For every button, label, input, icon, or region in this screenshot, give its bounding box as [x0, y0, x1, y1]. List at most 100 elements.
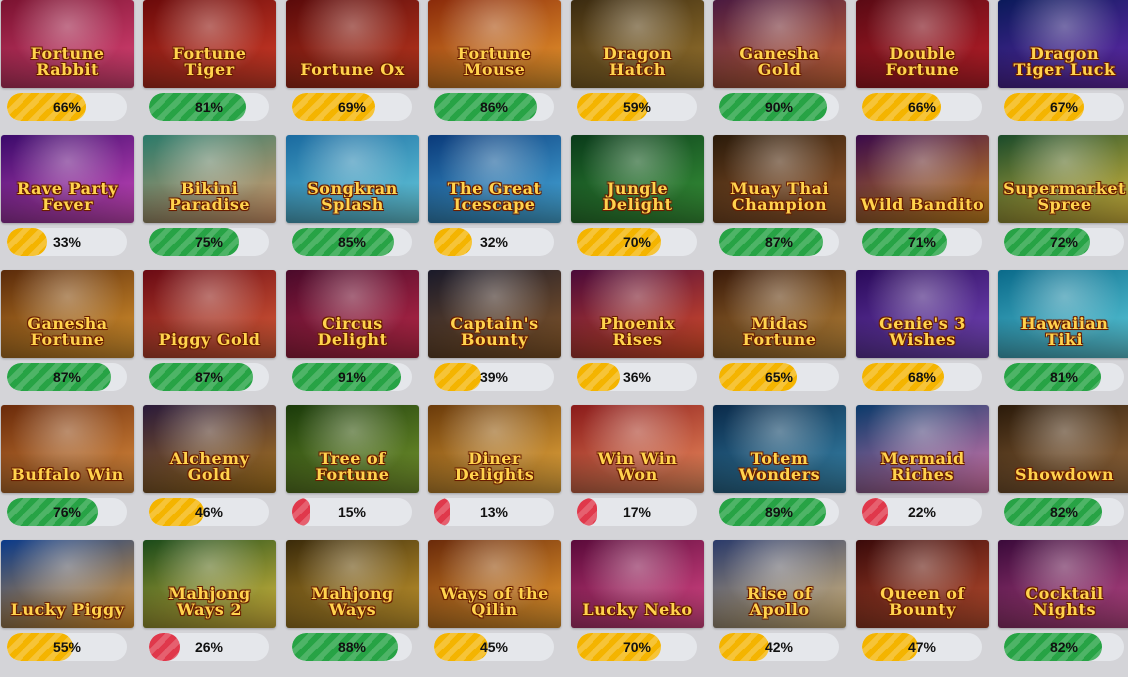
- game-card[interactable]: Lucky Neko 70%: [571, 540, 704, 665]
- game-card[interactable]: Fortune Ox 69%: [286, 0, 419, 125]
- game-card[interactable]: Alchemy Gold 46%: [143, 405, 276, 530]
- game-card[interactable]: Totem Wonders 89%: [713, 405, 846, 530]
- rtp-progress-bar: 76%: [7, 498, 127, 526]
- game-card[interactable]: Cocktail Nights 82%: [998, 540, 1128, 665]
- game-thumbnail[interactable]: Fortune Mouse: [428, 0, 561, 88]
- game-card[interactable]: Bikini Paradise 75%: [143, 135, 276, 260]
- game-title-logo: Muay Thai Champion: [729, 179, 830, 214]
- rtp-percentage: 89%: [764, 504, 794, 520]
- game-card[interactable]: Mahjong Ways 88%: [286, 540, 419, 665]
- game-thumbnail[interactable]: Ganesha Gold: [713, 0, 846, 88]
- game-card[interactable]: Diner Delights 13%: [428, 405, 561, 530]
- rtp-progress-bar: 59%: [577, 93, 697, 121]
- game-card[interactable]: Ganesha Gold 90%: [713, 0, 846, 125]
- game-thumbnail[interactable]: Queen of Bounty: [856, 540, 989, 628]
- game-card[interactable]: Queen of Bounty 47%: [856, 540, 989, 665]
- game-thumbnail[interactable]: Circus Delight: [286, 270, 419, 358]
- game-thumbnail[interactable]: Dragon Hatch: [571, 0, 704, 88]
- game-thumbnail[interactable]: Hawaiian Tiki: [998, 270, 1128, 358]
- game-card[interactable]: Fortune Mouse 86%: [428, 0, 561, 125]
- game-thumbnail[interactable]: Songkran Splash: [286, 135, 419, 223]
- game-thumbnail[interactable]: Rave Party Fever: [1, 135, 134, 223]
- game-card[interactable]: Buffalo Win 76%: [1, 405, 134, 530]
- game-card[interactable]: Piggy Gold 87%: [143, 270, 276, 395]
- game-thumbnail[interactable]: Jungle Delight: [571, 135, 704, 223]
- game-card[interactable]: Mermaid Riches 22%: [856, 405, 989, 530]
- game-title-logo: Fortune Rabbit: [30, 44, 105, 79]
- game-thumbnail[interactable]: Fortune Rabbit: [1, 0, 134, 88]
- game-card[interactable]: Genie's 3 Wishes 68%: [856, 270, 989, 395]
- game-card[interactable]: Ganesha Fortune 87%: [1, 270, 134, 395]
- rtp-progress-bar: 88%: [292, 633, 412, 661]
- game-thumbnail[interactable]: Piggy Gold: [143, 270, 276, 358]
- game-card[interactable]: Rave Party Fever 33%: [1, 135, 134, 260]
- game-card[interactable]: Dragon Tiger Luck 67%: [998, 0, 1128, 125]
- game-card[interactable]: Mahjong Ways 2 26%: [143, 540, 276, 665]
- game-card[interactable]: Midas Fortune 65%: [713, 270, 846, 395]
- game-thumbnail[interactable]: Ganesha Fortune: [1, 270, 134, 358]
- game-thumbnail[interactable]: Supermarket Spree: [998, 135, 1128, 223]
- game-thumbnail[interactable]: Win Win Won: [571, 405, 704, 493]
- game-card[interactable]: Circus Delight 91%: [286, 270, 419, 395]
- game-thumbnail[interactable]: Mermaid Riches: [856, 405, 989, 493]
- game-thumbnail[interactable]: Ways of the Qilin: [428, 540, 561, 628]
- game-card[interactable]: Lucky Piggy 55%: [1, 540, 134, 665]
- game-card[interactable]: Wild Bandito 71%: [856, 135, 989, 260]
- game-card[interactable]: Jungle Delight 70%: [571, 135, 704, 260]
- game-card[interactable]: Songkran Splash 85%: [286, 135, 419, 260]
- rtp-progress-bar: 87%: [719, 228, 839, 256]
- game-card[interactable]: Double Fortune 66%: [856, 0, 989, 125]
- game-card[interactable]: Showdown 82%: [998, 405, 1128, 530]
- game-thumbnail[interactable]: Bikini Paradise: [143, 135, 276, 223]
- game-thumbnail[interactable]: Double Fortune: [856, 0, 989, 88]
- rtp-percentage: 15%: [337, 504, 367, 520]
- rtp-percentage: 70%: [622, 234, 652, 250]
- game-thumbnail[interactable]: Fortune Ox: [286, 0, 419, 88]
- game-thumbnail[interactable]: Rise of Apollo: [713, 540, 846, 628]
- game-title-logo: Cocktail Nights: [1025, 584, 1104, 619]
- game-card[interactable]: Hawaiian Tiki 81%: [998, 270, 1128, 395]
- game-title-logo: Ganesha Fortune: [27, 314, 108, 349]
- game-title-logo: Ways of the Qilin: [440, 584, 549, 619]
- rtp-percentage: 36%: [622, 369, 652, 385]
- game-thumbnail[interactable]: Alchemy Gold: [143, 405, 276, 493]
- rtp-percentage: 82%: [1049, 504, 1079, 520]
- game-thumbnail[interactable]: Cocktail Nights: [998, 540, 1128, 628]
- game-card[interactable]: Fortune Tiger 81%: [143, 0, 276, 125]
- game-thumbnail[interactable]: Captain's Bounty: [428, 270, 561, 358]
- game-thumbnail[interactable]: Muay Thai Champion: [713, 135, 846, 223]
- game-thumbnail[interactable]: Genie's 3 Wishes: [856, 270, 989, 358]
- game-thumbnail[interactable]: Lucky Neko: [571, 540, 704, 628]
- game-thumbnail[interactable]: Showdown: [998, 405, 1128, 493]
- game-thumbnail[interactable]: Tree of Fortune: [286, 405, 419, 493]
- rtp-percentage: 91%: [337, 369, 367, 385]
- game-card[interactable]: Captain's Bounty 39%: [428, 270, 561, 395]
- game-thumbnail[interactable]: Diner Delights: [428, 405, 561, 493]
- game-card[interactable]: Muay Thai Champion 87%: [713, 135, 846, 260]
- game-thumbnail[interactable]: Mahjong Ways: [286, 540, 419, 628]
- rtp-progress-bar: 75%: [149, 228, 269, 256]
- game-thumbnail[interactable]: Phoenix Rises: [571, 270, 704, 358]
- game-thumbnail[interactable]: Dragon Tiger Luck: [998, 0, 1128, 88]
- game-thumbnail[interactable]: Lucky Piggy: [1, 540, 134, 628]
- game-thumbnail[interactable]: Totem Wonders: [713, 405, 846, 493]
- game-card[interactable]: Rise of Apollo 42%: [713, 540, 846, 665]
- rtp-percentage: 46%: [194, 504, 224, 520]
- game-card[interactable]: Supermarket Spree 72%: [998, 135, 1128, 260]
- game-thumbnail[interactable]: Buffalo Win: [1, 405, 134, 493]
- game-card[interactable]: Tree of Fortune 15%: [286, 405, 419, 530]
- game-thumbnail[interactable]: Wild Bandito: [856, 135, 989, 223]
- game-card[interactable]: Ways of the Qilin 45%: [428, 540, 561, 665]
- rtp-progress-bar: 42%: [719, 633, 839, 661]
- game-thumbnail[interactable]: Fortune Tiger: [143, 0, 276, 88]
- game-thumbnail[interactable]: The Great Icescape: [428, 135, 561, 223]
- game-thumbnail[interactable]: Midas Fortune: [713, 270, 846, 358]
- game-card[interactable]: Dragon Hatch 59%: [571, 0, 704, 125]
- game-title-logo: Alchemy Gold: [169, 449, 250, 484]
- game-thumbnail[interactable]: Mahjong Ways 2: [143, 540, 276, 628]
- game-card[interactable]: Fortune Rabbit 66%: [1, 0, 134, 125]
- game-card[interactable]: Phoenix Rises 36%: [571, 270, 704, 395]
- game-card[interactable]: Win Win Won 17%: [571, 405, 704, 530]
- rtp-progress-bar: 91%: [292, 363, 412, 391]
- game-card[interactable]: The Great Icescape 32%: [428, 135, 561, 260]
